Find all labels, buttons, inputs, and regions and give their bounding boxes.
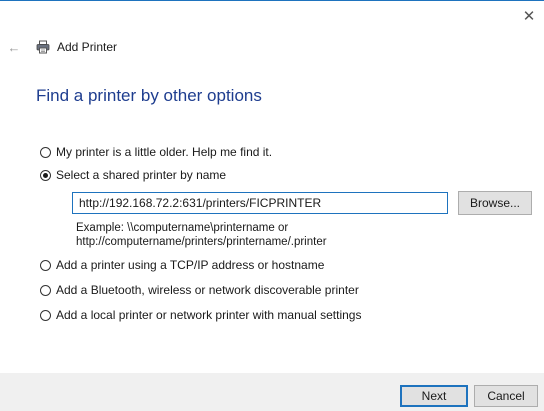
option-local-printer[interactable]: Add a local printer or network printer w…	[40, 308, 361, 322]
radio-bluetooth[interactable]	[40, 284, 51, 296]
window-top-border	[0, 0, 544, 1]
radio-tcpip[interactable]	[40, 259, 51, 271]
radio-selected-dot	[43, 172, 48, 178]
option-tcpip-label: Add a printer using a TCP/IP address or …	[56, 258, 325, 272]
example-line-2: http://computername/printers/printername…	[76, 236, 327, 248]
option-older-printer-label: My printer is a little older. Help me fi…	[56, 145, 273, 159]
shared-printer-input[interactable]	[72, 192, 448, 214]
window-title: Add Printer	[57, 40, 118, 54]
next-button[interactable]: Next	[400, 385, 468, 407]
radio-local-printer[interactable]	[40, 309, 51, 321]
cancel-button[interactable]: Cancel	[474, 385, 538, 407]
example-text: Example: \\computername\printername or h…	[76, 221, 327, 249]
option-bluetooth[interactable]: Add a Bluetooth, wireless or network dis…	[40, 283, 359, 297]
printer-icon	[36, 40, 50, 54]
page-heading: Find a printer by other options	[36, 86, 262, 105]
radio-shared-printer[interactable]	[40, 169, 51, 181]
example-line-1: Example: \\computername\printername or	[76, 222, 289, 234]
option-tcpip[interactable]: Add a printer using a TCP/IP address or …	[40, 258, 324, 272]
close-icon[interactable]: ✕	[514, 2, 544, 30]
option-bluetooth-label: Add a Bluetooth, wireless or network dis…	[56, 283, 359, 297]
option-local-printer-label: Add a local printer or network printer w…	[56, 308, 362, 322]
back-arrow-icon[interactable]: ←	[4, 38, 24, 56]
option-older-printer[interactable]: My printer is a little older. Help me fi…	[40, 145, 272, 159]
browse-button[interactable]: Browse...	[458, 191, 532, 215]
option-shared-printer[interactable]: Select a shared printer by name	[40, 168, 226, 182]
radio-older-printer[interactable]	[40, 146, 51, 158]
option-shared-printer-label: Select a shared printer by name	[56, 168, 227, 182]
